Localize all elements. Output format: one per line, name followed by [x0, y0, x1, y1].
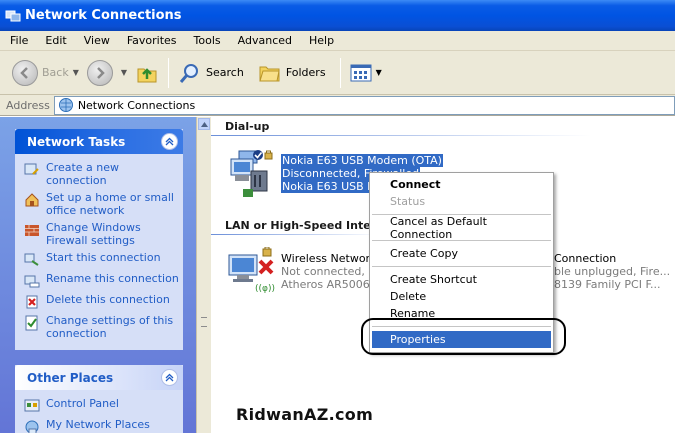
window-title: Network Connections	[25, 8, 182, 23]
back-arrow-icon	[12, 59, 38, 86]
search-icon	[179, 63, 199, 83]
toolbar: Back ▼ ▼ Search Folders ▼	[0, 51, 675, 95]
group-divider	[211, 135, 591, 136]
rename-icon	[24, 275, 40, 288]
dialup-modem-icon	[230, 150, 273, 197]
back-button[interactable]: Back ▼	[8, 57, 83, 89]
local-area-connection-item[interactable]: Connection ble unplugged, Fire... 8139 F…	[554, 252, 670, 291]
splitter-grip-icon[interactable]	[201, 317, 207, 327]
forward-button[interactable]: ▼	[83, 57, 131, 89]
search-label: Search	[206, 66, 244, 79]
address-label: Address	[6, 98, 50, 112]
menu-separator	[372, 266, 551, 267]
folders-icon	[259, 66, 280, 81]
control-panel-icon	[24, 399, 40, 412]
network-tasks-panel: Network Tasks Create a new connection Se…	[15, 129, 183, 350]
toolbar-separator	[339, 57, 341, 88]
address-bar: Address Network Connections	[0, 95, 675, 116]
wireless-network-icon: ((φ))	[228, 247, 275, 294]
views-button[interactable]: ▼	[346, 57, 386, 89]
home-network-icon	[25, 193, 39, 207]
menu-item-cancel-default[interactable]: Cancel as Default Connection	[372, 215, 551, 241]
place-control-panel[interactable]: Control Panel	[24, 397, 179, 414]
task-label: Rename this connection	[46, 272, 179, 285]
dialup-group-header: Dial-up	[225, 120, 270, 133]
place-my-network-places[interactable]: My Network Places	[24, 418, 179, 433]
place-label: Control Panel	[46, 397, 119, 410]
group-divider	[211, 234, 381, 235]
toolbar-separator	[168, 57, 170, 88]
dialup-name: Nokia E63 USB Modem (OTA)	[281, 154, 443, 167]
search-button[interactable]: Search	[174, 57, 248, 89]
menu-favorites[interactable]: Favorites	[117, 34, 184, 47]
collapse-icon[interactable]	[161, 369, 178, 386]
address-field[interactable]: Network Connections	[53, 95, 675, 115]
task-firewall-settings[interactable]: Change Windows Firewall settings	[24, 221, 179, 247]
back-dropdown-icon[interactable]: ▼	[73, 68, 79, 77]
network-connections-icon	[5, 10, 21, 21]
watermark: RidwanAZ.com	[236, 405, 374, 424]
network-tasks-header[interactable]: Network Tasks	[15, 129, 183, 154]
local-status: ble unplugged, Fire...	[554, 265, 671, 278]
menu-item-status: Status	[390, 195, 426, 208]
other-places-panel: Other Places Control Panel My Network Pl…	[15, 365, 183, 433]
task-label: Delete this connection	[46, 293, 170, 306]
menu-tools[interactable]: Tools	[184, 34, 228, 47]
delete-icon	[26, 295, 38, 309]
task-rename-connection[interactable]: Rename this connection	[24, 272, 179, 289]
other-places-header[interactable]: Other Places	[15, 365, 183, 390]
menu-item-create-shortcut[interactable]: Create Shortcut	[372, 271, 551, 288]
address-value: Network Connections	[77, 98, 196, 112]
highlight-oval	[361, 318, 566, 355]
folders-button[interactable]: Folders	[254, 57, 330, 89]
forward-arrow-icon	[86, 59, 113, 86]
task-label: Create a new connection	[46, 161, 120, 187]
menu-edit[interactable]: Edit	[35, 34, 73, 47]
menu-item-delete[interactable]: Delete	[372, 288, 551, 305]
local-device: 8139 Family PCI F...	[554, 278, 661, 291]
task-pane: Network Tasks Create a new connection Se…	[0, 117, 196, 433]
title-bar[interactable]: Network Connections	[0, 0, 675, 31]
folder-up-icon	[137, 67, 157, 82]
task-label: Set up a home or small office network	[46, 191, 174, 217]
menu-advanced[interactable]: Advanced	[228, 34, 299, 47]
task-start-connection[interactable]: Start this connection	[24, 251, 179, 268]
other-places-title: Other Places	[27, 370, 114, 385]
start-connection-icon	[24, 253, 39, 266]
new-connection-icon	[24, 163, 39, 175]
views-dropdown-icon: ▼	[375, 68, 382, 77]
network-tasks-title: Network Tasks	[27, 134, 126, 149]
scroll-up-icon[interactable]	[198, 118, 210, 130]
menu-file[interactable]: File	[0, 34, 35, 47]
pane-splitter[interactable]	[196, 117, 211, 433]
svg-text:((φ)): ((φ))	[255, 284, 275, 294]
views-icon	[350, 64, 372, 81]
task-change-settings[interactable]: Change settings of this connection	[24, 314, 179, 340]
menu-item-create-copy[interactable]: Create Copy	[372, 245, 551, 262]
network-places-icon	[25, 420, 39, 433]
local-name: Connection	[554, 252, 617, 265]
firewall-icon	[25, 225, 39, 236]
collapse-icon[interactable]	[161, 133, 178, 150]
task-label: Start this connection	[46, 251, 161, 264]
settings-icon	[25, 315, 38, 331]
menu-bar: File Edit View Favorites Tools Advanced …	[0, 31, 675, 51]
task-label: Change settings of this connection	[46, 314, 174, 340]
task-create-connection[interactable]: Create a new connection	[24, 161, 179, 187]
folders-label: Folders	[285, 66, 326, 79]
task-delete-connection[interactable]: Delete this connection	[24, 293, 179, 310]
task-home-network[interactable]: Set up a home or small office network	[24, 191, 179, 217]
back-label: Back	[42, 66, 69, 79]
up-button[interactable]	[131, 57, 163, 89]
forward-dropdown-icon[interactable]: ▼	[121, 68, 127, 77]
place-label: My Network Places	[46, 418, 150, 431]
menu-item-connect[interactable]: Connect	[372, 176, 551, 193]
task-label: Change Windows Firewall settings	[46, 221, 141, 247]
menu-view[interactable]: View	[74, 34, 117, 47]
network-globe-icon	[58, 98, 73, 112]
menu-help[interactable]: Help	[299, 34, 341, 47]
